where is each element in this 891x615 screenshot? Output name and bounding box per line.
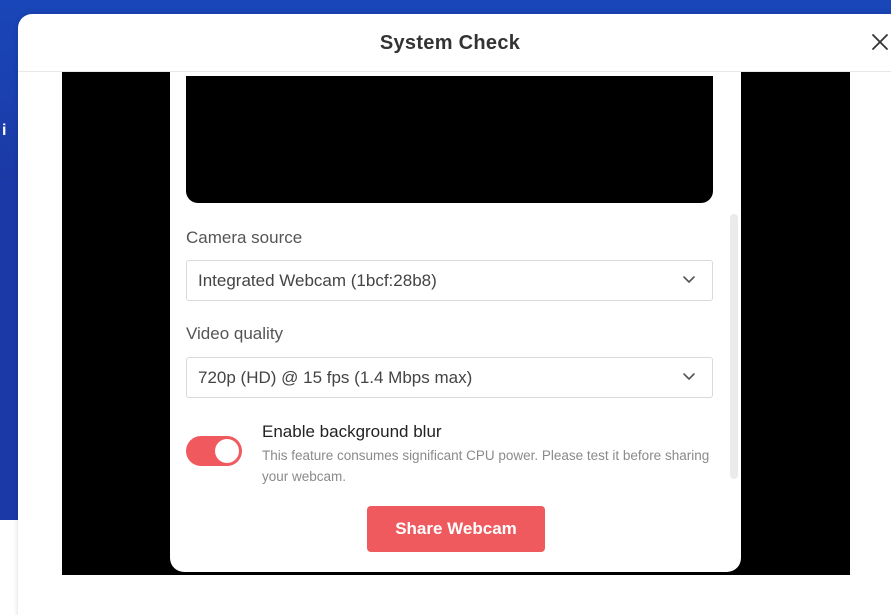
share-webcam-button[interactable]: Share Webcam xyxy=(367,506,545,552)
background-peek-text: i xyxy=(2,122,7,139)
video-quality-value: 720p (HD) @ 15 fps (1.4 Mbps max) xyxy=(198,368,473,387)
chevron-down-icon xyxy=(683,276,695,283)
background-blur-title: Enable background blur xyxy=(262,422,442,441)
close-button[interactable] xyxy=(868,30,891,54)
background-blur-description: This feature consumes significant CPU po… xyxy=(262,448,710,484)
panel-scrollbar[interactable] xyxy=(730,214,738,479)
webcam-preview xyxy=(186,76,713,203)
camera-source-select[interactable]: Integrated Webcam (1bcf:28b8) xyxy=(186,260,713,301)
video-quality-label: Video quality xyxy=(186,324,284,343)
chevron-down-icon xyxy=(683,373,695,380)
camera-source-label: Camera source xyxy=(186,228,303,247)
modal-header: System Check xyxy=(18,14,891,72)
modal-title: System Check xyxy=(379,32,521,54)
toggle-knob xyxy=(215,439,239,463)
background-blur-toggle[interactable] xyxy=(186,436,242,466)
camera-source-value: Integrated Webcam (1bcf:28b8) xyxy=(198,271,437,290)
video-quality-select[interactable]: 720p (HD) @ 15 fps (1.4 Mbps max) xyxy=(186,357,713,398)
close-icon xyxy=(872,34,888,50)
background-side-strip xyxy=(0,180,18,520)
settings-panel: Camera source Integrated Webcam (1bcf:28… xyxy=(170,72,741,572)
